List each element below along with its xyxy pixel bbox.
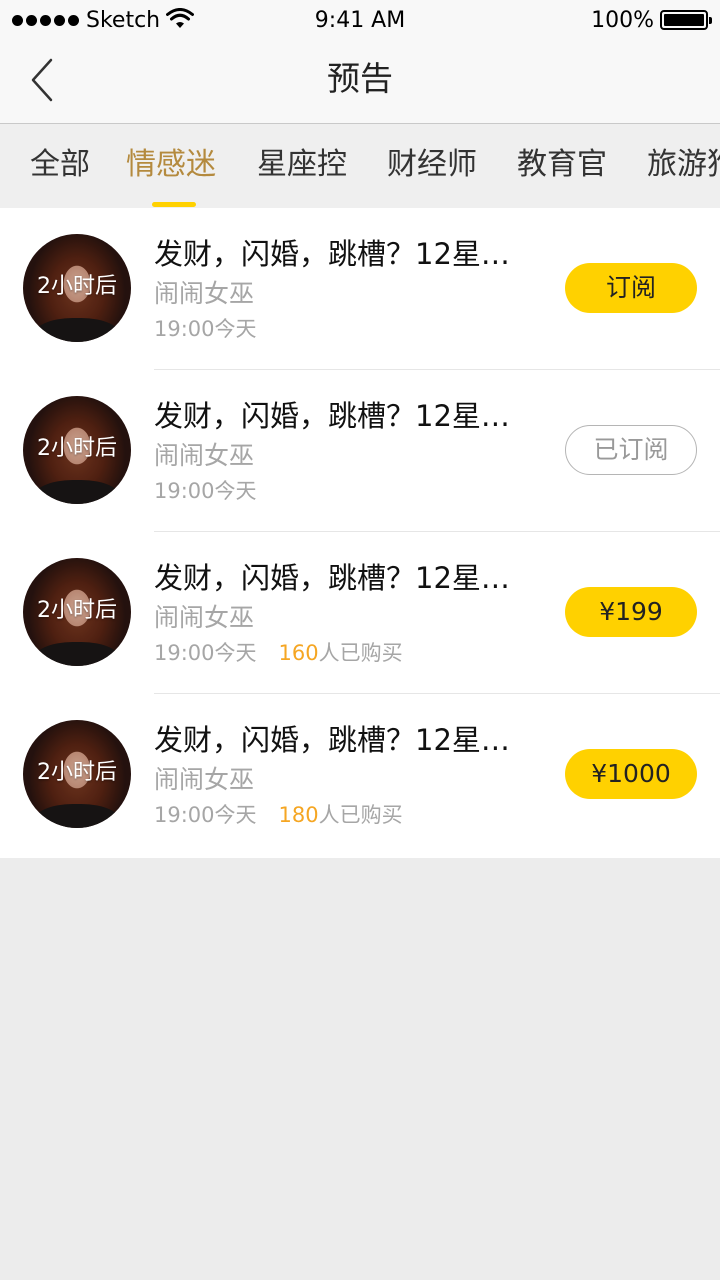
buyers-suffix: 人已购买 (318, 803, 403, 827)
navigation-bar: 预告 (0, 42, 720, 124)
item-author: 闹闹女巫 (154, 603, 255, 632)
countdown-label: 2小时后 (37, 436, 117, 461)
item-author: 闹闹女巫 (154, 441, 255, 470)
tab-finance[interactable]: 财经师 (387, 146, 477, 184)
list-item[interactable]: 2小时后 发财，闪婚，跳槽？12星… 闹闹女巫 19:00今天 订阅 (0, 208, 720, 370)
avatar: 2小时后 (23, 720, 131, 828)
active-tab-indicator (152, 202, 196, 207)
avatar: 2小时后 (23, 396, 131, 504)
tab-education[interactable]: 教育官 (517, 146, 607, 184)
item-title: 发财，闪婚，跳槽？12星… (154, 723, 510, 757)
tab-astrology[interactable]: 星座控 (257, 146, 347, 184)
subscribe-button[interactable]: 订阅 (565, 263, 697, 313)
status-bar: Sketch 9:41 AM 100% (0, 0, 720, 42)
item-title: 发财，闪婚，跳槽？12星… (154, 237, 510, 271)
item-author: 闹闹女巫 (154, 279, 255, 308)
avatar: 2小时后 (23, 234, 131, 342)
item-time: 19:00今天 (154, 317, 257, 341)
item-time: 19:00今天 (154, 641, 257, 665)
buyers-count: 180 (278, 803, 319, 827)
countdown-label: 2小时后 (37, 274, 117, 299)
item-meta: 19:00今天 (154, 316, 257, 342)
item-time: 19:00今天 (154, 479, 257, 503)
price-button[interactable]: ¥1000 (565, 749, 697, 799)
battery-percentage: 100% (591, 8, 654, 33)
list-item[interactable]: 2小时后 发财，闪婚，跳槽？12星… 闹闹女巫 19:00今天 已订阅 (0, 370, 720, 532)
countdown-label: 2小时后 (37, 760, 117, 785)
tab-all[interactable]: 全部 (30, 146, 90, 184)
buyers-suffix: 人已购买 (318, 641, 403, 665)
buyers-info: 160人已购买 (279, 641, 403, 665)
subscribed-button[interactable]: 已订阅 (565, 425, 697, 475)
preview-list: 2小时后 发财，闪婚，跳槽？12星… 闹闹女巫 19:00今天 订阅 2小时后 … (0, 208, 720, 858)
item-meta: 19:00今天 (154, 478, 257, 504)
battery-icon (660, 10, 712, 30)
item-title: 发财，闪婚，跳槽？12星… (154, 561, 510, 595)
countdown-label: 2小时后 (37, 598, 117, 623)
category-tabs: 全部 情感迷 星座控 财经师 教育官 旅游狗 (0, 124, 720, 208)
buyers-info: 180人已购买 (279, 803, 403, 827)
page-title: 预告 (327, 59, 393, 98)
item-title: 发财，闪婚，跳槽？12星… (154, 399, 510, 433)
item-meta: 19:00今天 180人已购买 (154, 802, 403, 828)
list-item[interactable]: 2小时后 发财，闪婚，跳槽？12星… 闹闹女巫 19:00今天 180人已购买 ¥… (0, 694, 720, 856)
tab-travel[interactable]: 旅游狗 (647, 146, 720, 184)
tab-emotion[interactable]: 情感迷 (126, 146, 216, 184)
list-item[interactable]: 2小时后 发财，闪婚，跳槽？12星… 闹闹女巫 19:00今天 160人已购买 ¥… (0, 532, 720, 694)
buyers-count: 160 (278, 641, 319, 665)
item-meta: 19:00今天 160人已购买 (154, 640, 403, 666)
avatar: 2小时后 (23, 558, 131, 666)
item-time: 19:00今天 (154, 803, 257, 827)
item-author: 闹闹女巫 (154, 765, 255, 794)
price-button[interactable]: ¥199 (565, 587, 697, 637)
